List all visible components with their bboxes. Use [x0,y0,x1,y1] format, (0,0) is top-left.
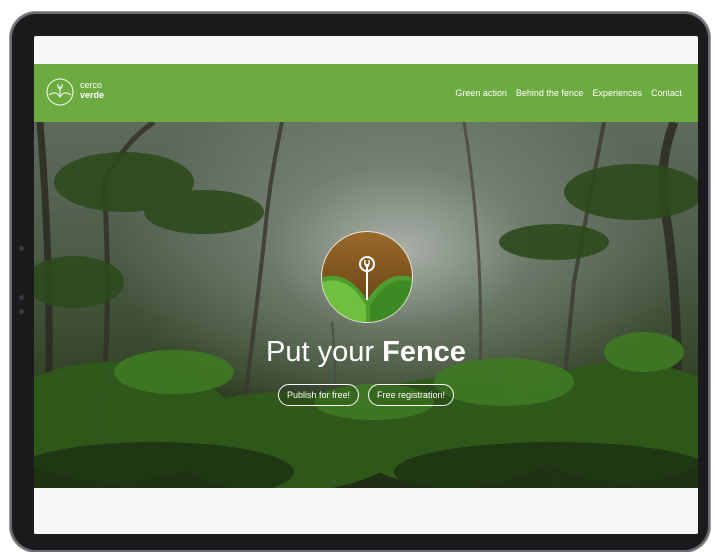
top-navbar: cerco verde Green action Behind the fenc… [34,64,698,122]
brand-line-1: cerco [80,80,103,90]
sprout-emblem-icon [321,231,413,323]
nav-experiences[interactable]: Experiences [592,88,642,98]
headline-bold: Fence [382,336,466,368]
device-sensor [19,309,24,314]
headline-light: Put your [266,336,375,368]
nav-green-action[interactable]: Green action [455,88,507,98]
publish-for-free-button[interactable]: Publish for free! [277,384,359,406]
browser-viewport: cerco verde Green action Behind the fenc… [34,36,698,534]
sprout-circle-icon[interactable] [46,78,74,106]
hero-section: Put your Fence Publish for free! Free re… [34,122,698,488]
main-nav: Green action Behind the fence Experience… [455,88,682,98]
brand-line-2: verde [80,90,105,100]
free-registration-button[interactable]: Free registration! [368,384,455,406]
brand-wordmark[interactable]: cerco verde [80,80,104,100]
page-bottom-area [34,488,698,534]
hero-cta-row: Publish for free! Free registration! [34,384,698,406]
hero-headline: Put your Fence [34,336,698,369]
nav-behind-the-fence[interactable]: Behind the fence [516,88,584,98]
nav-contact[interactable]: Contact [651,88,682,98]
device-sensor [19,295,24,300]
device-camera [19,246,24,251]
